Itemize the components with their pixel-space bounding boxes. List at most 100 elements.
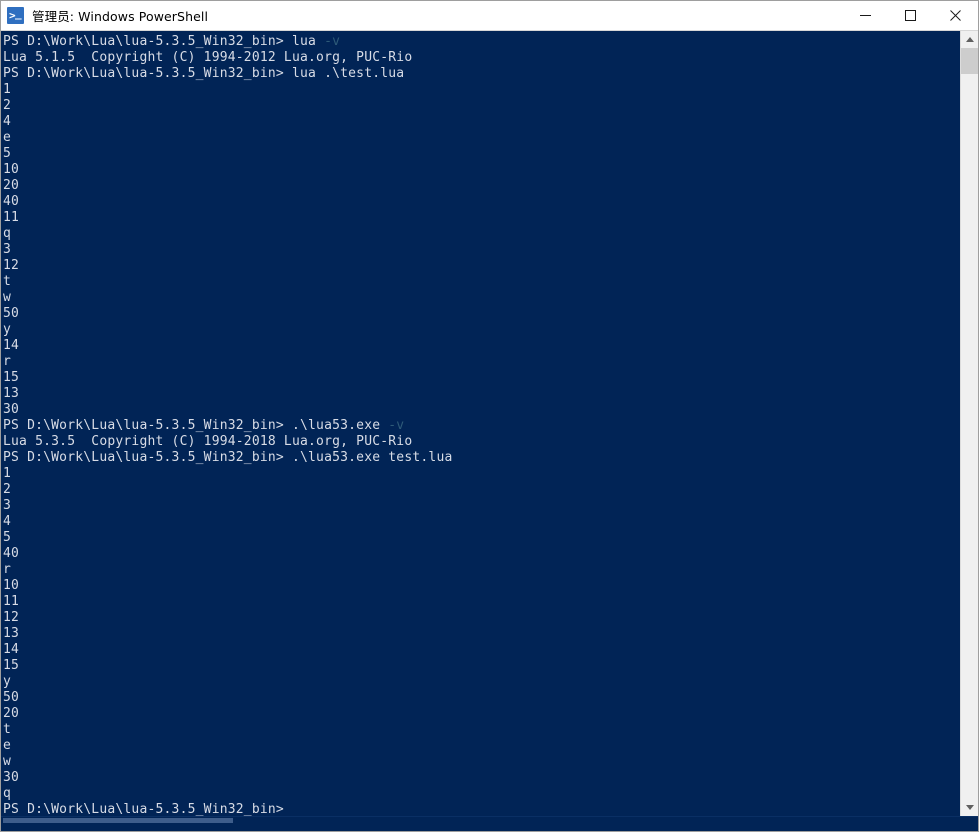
chevron-up-icon <box>965 37 974 42</box>
console-line: w <box>3 290 960 306</box>
console-line: 40 <box>3 546 960 562</box>
horizontal-scroll-thumb[interactable] <box>3 818 233 823</box>
console-line: q <box>3 226 960 242</box>
console-line: 1 <box>3 466 960 482</box>
console-line-text: q <box>3 226 12 241</box>
console-line-parameter: -v <box>324 34 341 49</box>
console-line-text: 12 <box>3 610 20 625</box>
vertical-scroll-track[interactable] <box>961 48 978 799</box>
console-line: 50 <box>3 690 960 706</box>
close-button[interactable] <box>933 1 978 30</box>
console-line: 5 <box>3 530 960 546</box>
console-line: 15 <box>3 370 960 386</box>
console-line-text: 15 <box>3 658 20 673</box>
console-line-text: 14 <box>3 642 20 657</box>
maximize-icon <box>905 10 916 21</box>
console-output[interactable]: PS D:\Work\Lua\lua-5.3.5_Win32_bin> lua … <box>1 31 960 816</box>
console-line: e <box>3 738 960 754</box>
console-line-text: w <box>3 290 12 305</box>
console-line: y <box>3 674 960 690</box>
console-line: PS D:\Work\Lua\lua-5.3.5_Win32_bin> .\lu… <box>3 418 960 434</box>
console-line: 2 <box>3 482 960 498</box>
close-icon <box>950 10 961 21</box>
console-line-parameter: -v <box>388 418 405 433</box>
console-line: y <box>3 322 960 338</box>
horizontal-scroll-track[interactable] <box>233 817 978 831</box>
scroll-up-button[interactable] <box>961 31 978 48</box>
console-line-text: 4 <box>3 114 12 129</box>
console-line: 10 <box>3 162 960 178</box>
console-line: 10 <box>3 578 960 594</box>
minimize-button[interactable] <box>843 1 888 30</box>
console-line-text: 3 <box>3 242 12 257</box>
console-line: 14 <box>3 642 960 658</box>
console-line-text: t <box>3 274 12 289</box>
console-line: 20 <box>3 178 960 194</box>
console-line-text: 50 <box>3 306 20 321</box>
console-line-text: PS D:\Work\Lua\lua-5.3.5_Win32_bin> lua <box>3 34 325 49</box>
console-line: 15 <box>3 658 960 674</box>
console-line: PS D:\Work\Lua\lua-5.3.5_Win32_bin> lua … <box>3 66 960 82</box>
console-line-text: 13 <box>3 386 20 401</box>
console-line-text: 11 <box>3 594 20 609</box>
console-line-text: w <box>3 754 12 769</box>
console-line-text: t <box>3 722 12 737</box>
console-line-text: r <box>3 562 12 577</box>
console-line-text: 2 <box>3 98 12 113</box>
console-line: 3 <box>3 242 960 258</box>
console-line: 14 <box>3 338 960 354</box>
console-line: Lua 5.1.5 Copyright (C) 1994-2012 Lua.or… <box>3 50 960 66</box>
console-line-text: e <box>3 738 12 753</box>
console-line-text: 12 <box>3 258 20 273</box>
window-controls <box>843 1 978 30</box>
horizontal-scrollbar[interactable] <box>1 816 978 831</box>
console-line-text: Lua 5.1.5 Copyright (C) 1994-2012 Lua.or… <box>3 50 413 65</box>
console-line: 4 <box>3 114 960 130</box>
scroll-down-button[interactable] <box>961 799 978 816</box>
console-line: Lua 5.3.5 Copyright (C) 1994-2018 Lua.or… <box>3 434 960 450</box>
console-line-text: 40 <box>3 546 20 561</box>
title-bar[interactable]: 管理员: Windows PowerShell <box>1 1 978 31</box>
console-line-text: 10 <box>3 162 20 177</box>
console-line-text: 3 <box>3 498 12 513</box>
console-line: 20 <box>3 706 960 722</box>
console-line: PS D:\Work\Lua\lua-5.3.5_Win32_bin> <box>3 802 960 816</box>
console-line: e <box>3 130 960 146</box>
console-line-text: 1 <box>3 466 12 481</box>
console-line-text: PS D:\Work\Lua\lua-5.3.5_Win32_bin> <box>3 802 284 816</box>
minimize-icon <box>860 15 871 16</box>
console-line-text: 30 <box>3 402 20 417</box>
console-line: r <box>3 354 960 370</box>
console-text: PS D:\Work\Lua\lua-5.3.5_Win32_bin> lua … <box>3 31 960 816</box>
console-line: 30 <box>3 402 960 418</box>
console-line-text: 2 <box>3 482 12 497</box>
console-line: w <box>3 754 960 770</box>
console-line-text: y <box>3 322 12 337</box>
console-line: PS D:\Work\Lua\lua-5.3.5_Win32_bin> lua … <box>3 34 960 50</box>
console-line-text: q <box>3 786 12 801</box>
console-line-text: 4 <box>3 514 12 529</box>
console-line: 3 <box>3 498 960 514</box>
powershell-window: 管理员: Windows PowerShell PS <box>0 0 979 832</box>
console-line: 30 <box>3 770 960 786</box>
console-line-text: 20 <box>3 706 20 721</box>
console-line-text: 11 <box>3 210 20 225</box>
console-line: 2 <box>3 98 960 114</box>
console-line: 1 <box>3 82 960 98</box>
console-line: r <box>3 562 960 578</box>
powershell-icon <box>7 7 24 24</box>
console-line-text: e <box>3 130 12 145</box>
window-title: 管理员: Windows PowerShell <box>32 9 209 24</box>
console-line: 4 <box>3 514 960 530</box>
console-line-text: PS D:\Work\Lua\lua-5.3.5_Win32_bin> .\lu… <box>3 418 389 433</box>
vertical-scrollbar[interactable] <box>960 31 978 816</box>
vertical-scroll-thumb[interactable] <box>961 48 978 74</box>
console-line-text: 14 <box>3 338 20 353</box>
console-line-text: 5 <box>3 530 12 545</box>
console-line: 11 <box>3 210 960 226</box>
maximize-button[interactable] <box>888 1 933 30</box>
console-line-text: 10 <box>3 578 20 593</box>
console-line: 40 <box>3 194 960 210</box>
console-line-text: PS D:\Work\Lua\lua-5.3.5_Win32_bin> lua … <box>3 66 405 81</box>
console-line-text: Lua 5.3.5 Copyright (C) 1994-2018 Lua.or… <box>3 434 413 449</box>
